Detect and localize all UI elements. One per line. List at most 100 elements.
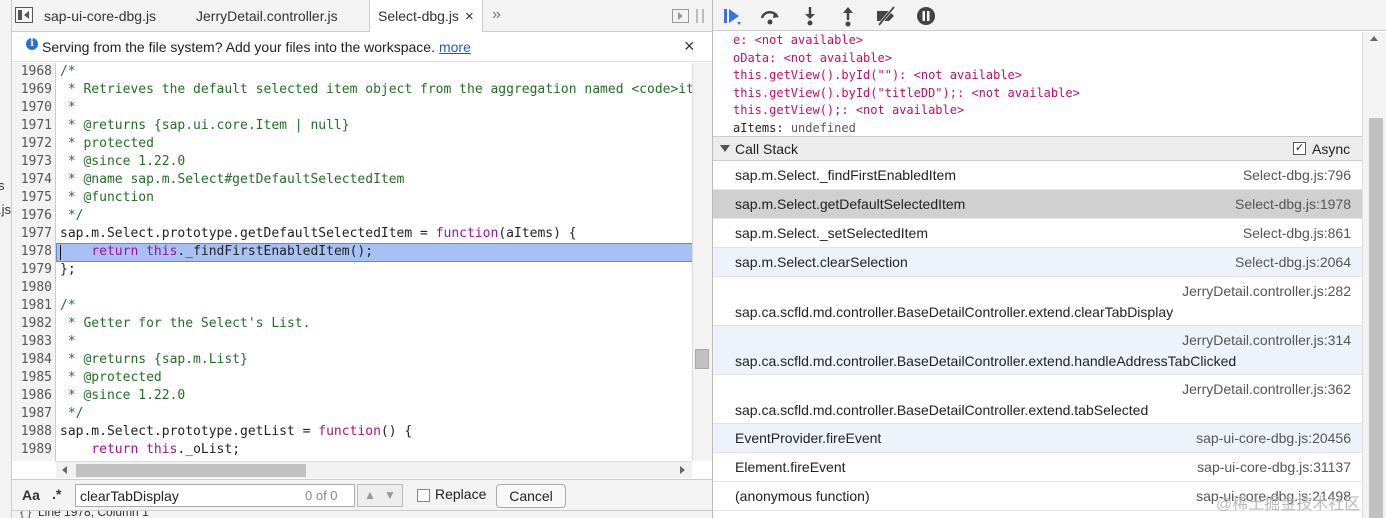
line-number-gutter[interactable]: 1968 1969 1970 1971 1972 1973 1974 1975 1976 1977…: [12, 63, 56, 461]
watch-separator: :: [956, 85, 972, 100]
line-number[interactable]: 1976: [12, 207, 52, 225]
call-frame[interactable]: sap.m.Select.clearSelection Select-dbg.js…: [713, 248, 1362, 277]
line-number[interactable]: 1974: [12, 171, 52, 189]
line-number[interactable]: 1975: [12, 189, 52, 207]
frame-location[interactable]: Select-dbg.js:861: [1243, 225, 1351, 241]
tab-sap-ui-core[interactable]: sap-ui-core-dbg.js: [36, 0, 164, 32]
call-frame[interactable]: sap.m.Select.getDefaultSelectedItem Selec…: [713, 190, 1362, 219]
line-number[interactable]: 1990: [12, 459, 52, 461]
pause-on-exceptions-icon[interactable]: [915, 5, 937, 27]
line-number[interactable]: 1979: [12, 261, 52, 279]
watch-expression[interactable]: this.getView();: <not available>: [733, 102, 964, 119]
toggle-navigator-icon[interactable]: [15, 7, 33, 23]
sidebar-scrollbar[interactable]: [1362, 32, 1386, 518]
frame-function: sap.m.Select.getDefaultSelectedItem: [735, 196, 966, 212]
line-number[interactable]: 1972: [12, 135, 52, 153]
frame-location[interactable]: JerryDetail.controller.js:282: [1182, 283, 1351, 299]
line-number[interactable]: 1971: [12, 117, 52, 135]
watch-expression[interactable]: aItems: undefined: [733, 120, 856, 137]
match-case-button[interactable]: Aa: [22, 487, 40, 503]
pretty-print-icon[interactable]: { }: [20, 511, 31, 518]
frame-location[interactable]: Select-dbg.js:2064: [1235, 254, 1351, 270]
infobar-more-link[interactable]: more: [439, 39, 471, 55]
scrollbar-thumb[interactable]: [695, 349, 709, 369]
call-frame[interactable]: sap.ca.scfld.md.controller.BaseDetailCon…: [713, 326, 1362, 375]
frame-location[interactable]: Select-dbg.js:796: [1243, 167, 1351, 183]
line-number[interactable]: 1969: [12, 81, 52, 99]
code-line: * @function: [60, 190, 154, 205]
frame-location[interactable]: JerryDetail.controller.js:314: [1182, 332, 1351, 348]
frame-location[interactable]: Select-dbg.js:1978: [1235, 196, 1351, 212]
step-out-icon[interactable]: [837, 5, 859, 27]
line-number[interactable]: 1984: [12, 351, 52, 369]
scroll-right-icon[interactable]: [680, 466, 685, 474]
call-frame[interactable]: EventProvider.fireEvent sap-ui-core-dbg.j…: [713, 424, 1362, 453]
deactivate-breakpoints-icon[interactable]: [875, 5, 897, 27]
line-number[interactable]: 1978: [12, 243, 52, 261]
pane-grip-icon[interactable]: [696, 9, 704, 23]
line-number[interactable]: 1988: [12, 423, 52, 441]
watch-expression[interactable]: this.getView().byId("titleDD");: <not av…: [733, 85, 1080, 102]
close-icon[interactable]: ×: [684, 36, 695, 57]
watch-separator: :: [769, 50, 784, 65]
async-checkbox[interactable]: ✓: [1293, 142, 1306, 155]
watch-expression[interactable]: oData: <not available>: [733, 50, 892, 67]
workspace-infobar: i Serving from the file system? Add your…: [12, 32, 712, 62]
line-number[interactable]: 1981: [12, 297, 52, 315]
editor-vertical-scrollbar[interactable]: [692, 63, 712, 461]
frame-location[interactable]: sap-ui-core-dbg.js:20456: [1196, 430, 1351, 446]
scroll-up-icon[interactable]: [1370, 36, 1378, 41]
code-line: */: [60, 208, 84, 223]
tab-jerrydetail[interactable]: JerryDetail.controller.js: [188, 0, 346, 32]
previous-match-icon[interactable]: ▲: [364, 488, 376, 502]
scroll-left-icon[interactable]: [62, 466, 67, 474]
call-frame[interactable]: Element.fireEvent sap-ui-core-dbg.js:3113…: [713, 453, 1362, 482]
call-frame[interactable]: sap.m.Select._setSelectedItem Select-dbg.…: [713, 219, 1362, 248]
step-over-icon[interactable]: [759, 5, 781, 27]
step-into-icon[interactable]: [799, 5, 821, 27]
code-editor[interactable]: 1968 1969 1970 1971 1972 1973 1974 1975 1976 1977…: [12, 63, 704, 461]
frame-function: (anonymous function): [735, 488, 870, 504]
status-bar: { } Line 1978, Column 1: [12, 510, 712, 518]
call-frame[interactable]: sap.m.Select._findFirstEnabledItem Select…: [713, 161, 1362, 190]
cancel-button[interactable]: Cancel: [496, 484, 566, 508]
line-number[interactable]: 1973: [12, 153, 52, 171]
watch-expression[interactable]: this.getView().byId(""): <not available>: [733, 67, 1022, 84]
navigator-strip[interactable]: s .js: [0, 0, 12, 518]
regex-button[interactable]: .*: [52, 486, 61, 502]
line-number[interactable]: 1989: [12, 441, 52, 459]
scrollbar-thumb[interactable]: [1369, 118, 1383, 518]
call-stack-header[interactable]: Call Stack ✓ Async: [713, 136, 1362, 161]
line-number[interactable]: 1987: [12, 405, 52, 423]
line-number[interactable]: 1970: [12, 99, 52, 117]
code-line: *: [60, 100, 76, 115]
replace-checkbox[interactable]: [417, 489, 430, 502]
line-number[interactable]: 1983: [12, 333, 52, 351]
line-number[interactable]: 1985: [12, 369, 52, 387]
line-number[interactable]: 1986: [12, 387, 52, 405]
code-line: sap.m.Select.prototype.getList = functio…: [60, 424, 413, 439]
frame-location[interactable]: sap-ui-core-dbg.js:31137: [1197, 459, 1351, 475]
close-tab-icon[interactable]: ×: [465, 8, 474, 25]
frame-location[interactable]: JerryDetail.controller.js:362: [1182, 381, 1351, 397]
editor-horizontal-scrollbar[interactable]: [56, 461, 692, 478]
resume-icon[interactable]: [721, 5, 743, 27]
tab-select-dbg[interactable]: Select-dbg.js ×: [369, 0, 483, 33]
chevron-down-icon[interactable]: [720, 145, 730, 152]
watch-expression[interactable]: e: <not available>: [733, 32, 863, 49]
navigator-fragment: s: [0, 178, 5, 193]
toggle-debugger-icon[interactable]: [672, 9, 689, 23]
debugger-sidebar: e: <not available> oData: <not available>…: [712, 0, 1386, 518]
tab-label: JerryDetail.controller.js: [196, 8, 338, 24]
scrollbar-thumb[interactable]: [76, 464, 306, 477]
next-match-icon[interactable]: ▼: [384, 488, 396, 502]
line-number[interactable]: 1968: [12, 63, 52, 81]
call-frame[interactable]: sap.ca.scfld.md.controller.BaseDetailCon…: [713, 277, 1362, 326]
line-number[interactable]: 1977: [12, 225, 52, 243]
call-frame[interactable]: sap.ca.scfld.md.controller.BaseDetailCon…: [713, 375, 1362, 424]
line-number[interactable]: 1980: [12, 279, 52, 297]
frame-function: sap.m.Select.clearSelection: [735, 254, 908, 270]
line-number[interactable]: 1982: [12, 315, 52, 333]
watch-name: this.getView().byId(""): [733, 68, 900, 82]
more-tabs-icon[interactable]: »: [492, 6, 501, 24]
